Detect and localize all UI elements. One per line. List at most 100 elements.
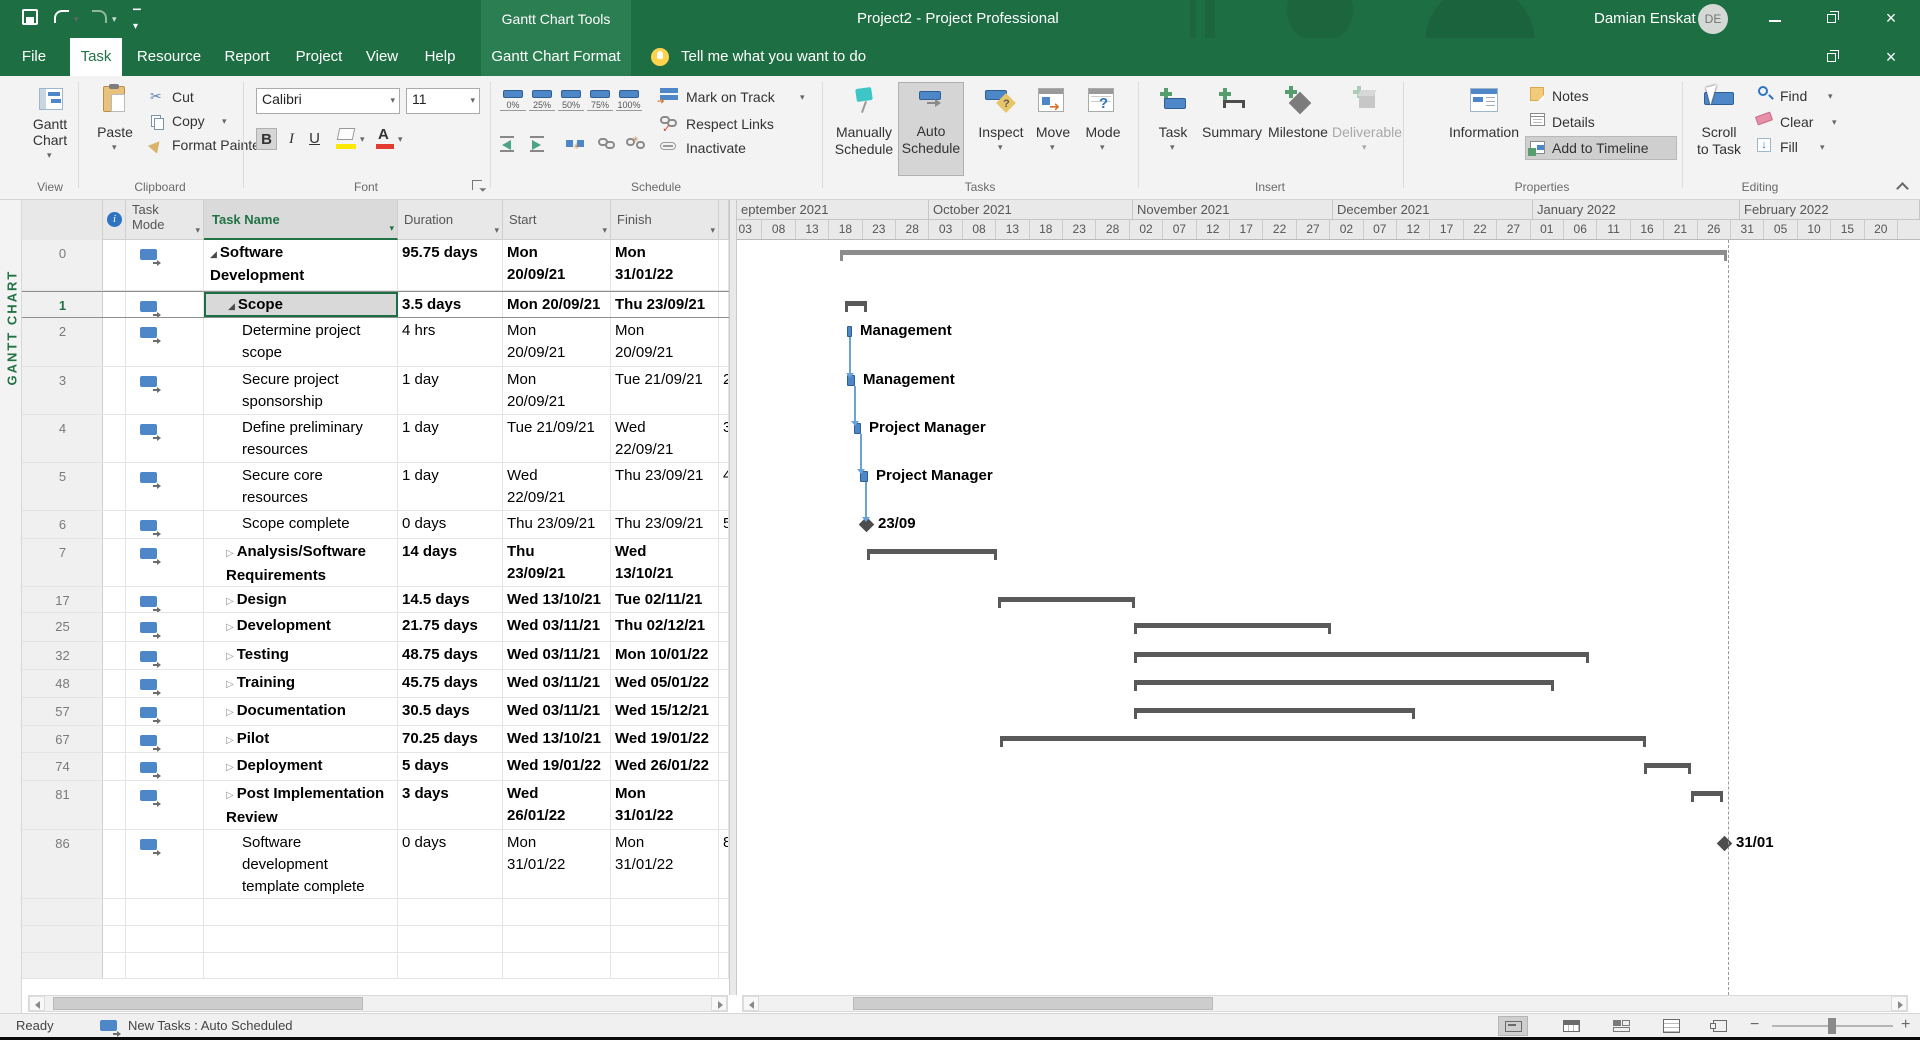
- expanded-triangle-icon[interactable]: ◢: [210, 249, 217, 259]
- timeline-day[interactable]: 28: [1096, 220, 1129, 239]
- table-hscroll-thumb[interactable]: [53, 997, 363, 1010]
- gantt-bar-task[interactable]: [847, 326, 852, 337]
- duration-cell[interactable]: 45.75 days: [398, 670, 503, 697]
- duration-cell[interactable]: 5 days: [398, 753, 503, 780]
- minimize-button[interactable]: [1758, 5, 1792, 31]
- row-number-cell[interactable]: 25: [22, 613, 103, 641]
- info-cell[interactable]: [103, 539, 126, 586]
- add-to-timeline-button[interactable]: Add to Timeline: [1525, 136, 1677, 160]
- bold-button[interactable]: B: [256, 128, 277, 150]
- duration-cell[interactable]: 3 days: [398, 781, 503, 829]
- insert-milestone-button[interactable]: Milestone: [1266, 84, 1330, 180]
- auto-schedule-button[interactable]: Auto Schedule: [898, 82, 964, 176]
- timeline-day[interactable]: 23: [863, 220, 896, 239]
- gantt-bar-summary[interactable]: [1134, 708, 1415, 713]
- header-info[interactable]: i: [103, 200, 126, 240]
- timeline-day[interactable]: 03: [737, 220, 762, 239]
- duration-cell[interactable]: 1 day: [398, 415, 503, 462]
- tab-report[interactable]: Report: [212, 38, 282, 76]
- gantt-bar-summary[interactable]: [1691, 791, 1723, 796]
- duration-cell[interactable]: [398, 926, 503, 952]
- predecessors-sliver-cell[interactable]: 3: [719, 415, 729, 462]
- collapsed-triangle-icon[interactable]: ▷: [226, 622, 234, 633]
- predecessors-sliver-cell[interactable]: [719, 953, 729, 978]
- header-task-mode[interactable]: TaskMode▾: [126, 200, 204, 240]
- gantt-bar-summary[interactable]: [1644, 763, 1691, 768]
- duration-cell[interactable]: 3.5 days: [398, 292, 503, 317]
- inspect-button[interactable]: ? Inspect ▾: [975, 84, 1027, 180]
- predecessors-sliver-cell[interactable]: 2: [719, 367, 729, 414]
- finish-cell[interactable]: Wed 05/01/22: [611, 670, 719, 697]
- indent-task-icon[interactable]: [530, 138, 546, 150]
- finish-cell[interactable]: Wed 13/10/21: [611, 539, 719, 586]
- header-start[interactable]: Start▾: [503, 200, 611, 240]
- gantt-chart-view-button[interactable]: Gantt Chart ▾: [24, 84, 76, 180]
- info-cell[interactable]: [103, 781, 126, 829]
- task-name-cell[interactable]: ▷Development: [204, 613, 398, 641]
- view-team-planner-button[interactable]: [1607, 1016, 1637, 1036]
- tab-gantt-chart-format[interactable]: Gantt Chart Format: [481, 38, 631, 76]
- task-mode-cell[interactable]: [126, 953, 204, 978]
- predecessors-sliver-cell[interactable]: 8: [719, 830, 729, 898]
- table-row[interactable]: 2Determine project scope4 hrsMon 20/09/2…: [22, 318, 729, 367]
- redo-dropdown-icon[interactable]: ▾: [112, 14, 117, 25]
- view-resource-sheet-button[interactable]: [1657, 1016, 1687, 1036]
- timeline-day[interactable]: 18: [1030, 220, 1063, 239]
- predecessors-sliver-cell[interactable]: [719, 670, 729, 697]
- gantt-bar-summary[interactable]: [998, 597, 1135, 602]
- table-row[interactable]: 74▷Deployment5 daysWed 19/01/22Wed 26/01…: [22, 753, 729, 781]
- finish-cell[interactable]: [611, 926, 719, 952]
- duration-cell[interactable]: 4 hrs: [398, 318, 503, 366]
- predecessors-sliver-cell[interactable]: [719, 753, 729, 780]
- start-cell[interactable]: Wed 03/11/21: [503, 613, 611, 641]
- duration-cell[interactable]: 70.25 days: [398, 726, 503, 752]
- task-name-cell[interactable]: ▷Training: [204, 670, 398, 697]
- collapsed-triangle-icon[interactable]: ▷: [226, 651, 234, 662]
- gantt-milestone-icon[interactable]: [1717, 836, 1733, 852]
- header-task-name[interactable]: Task Name▾: [204, 200, 398, 240]
- header-predecessors-sliver[interactable]: [719, 200, 729, 240]
- task-name-cell[interactable]: Define preliminary resources: [204, 415, 398, 462]
- table-row[interactable]: 67▷Pilot70.25 daysWed 13/10/21Wed 19/01/…: [22, 726, 729, 753]
- timeline-day[interactable]: 05: [1764, 220, 1797, 239]
- account-name[interactable]: Damian Enskat: [1594, 10, 1696, 27]
- row-number-cell[interactable]: 4: [22, 415, 103, 462]
- timeline-day[interactable]: 20: [1865, 220, 1898, 239]
- zoom-slider-thumb[interactable]: [1828, 1018, 1836, 1034]
- tab-resource[interactable]: Resource: [128, 38, 210, 76]
- finish-cell[interactable]: [611, 899, 719, 925]
- avatar[interactable]: DE: [1698, 4, 1728, 34]
- timeline-day[interactable]: 12: [1397, 220, 1430, 239]
- font-size-select[interactable]: 11▾: [406, 88, 480, 114]
- chart-hscroll-right-arrow[interactable]: [1891, 996, 1907, 1011]
- task-mode-cell[interactable]: [126, 899, 204, 925]
- task-mode-cell[interactable]: [126, 415, 204, 462]
- predecessors-sliver-cell[interactable]: [719, 726, 729, 752]
- table-row[interactable]: 5Secure core resources1 dayWed 22/09/21T…: [22, 463, 729, 511]
- start-cell[interactable]: Wed 22/09/21: [503, 463, 611, 510]
- timeline-month[interactable]: eptember 2021: [737, 200, 929, 220]
- task-name-cell[interactable]: ◢Scope: [204, 292, 398, 317]
- font-family-select[interactable]: Calibri▾: [256, 88, 400, 114]
- info-cell[interactable]: [103, 899, 126, 925]
- info-cell[interactable]: [103, 953, 126, 978]
- table-row[interactable]: 6Scope complete0 daysThu 23/09/21Thu 23/…: [22, 511, 729, 539]
- collapsed-triangle-icon[interactable]: ▷: [226, 679, 234, 690]
- table-row[interactable]: [22, 899, 729, 926]
- row-number-cell[interactable]: [22, 953, 103, 978]
- task-mode-cell[interactable]: [126, 613, 204, 641]
- row-number-cell[interactable]: 6: [22, 511, 103, 538]
- task-name-cell[interactable]: ▷Post Implementation Review: [204, 781, 398, 829]
- finish-cell[interactable]: Wed 15/12/21: [611, 698, 719, 725]
- doc-close-button[interactable]: ×: [1874, 44, 1908, 70]
- info-cell[interactable]: [103, 830, 126, 898]
- finish-cell[interactable]: Thu 02/12/21: [611, 613, 719, 641]
- timeline-month[interactable]: February 2022: [1740, 200, 1920, 220]
- collapsed-triangle-icon[interactable]: ▷: [226, 548, 234, 559]
- row-number-cell[interactable]: 7: [22, 539, 103, 586]
- task-mode-cell[interactable]: [126, 830, 204, 898]
- move-button[interactable]: ➜ Move ▾: [1030, 84, 1076, 180]
- finish-cell[interactable]: Wed 26/01/22: [611, 753, 719, 780]
- chart-hscroll-thumb[interactable]: [853, 997, 1213, 1010]
- restore-button[interactable]: [1816, 5, 1850, 31]
